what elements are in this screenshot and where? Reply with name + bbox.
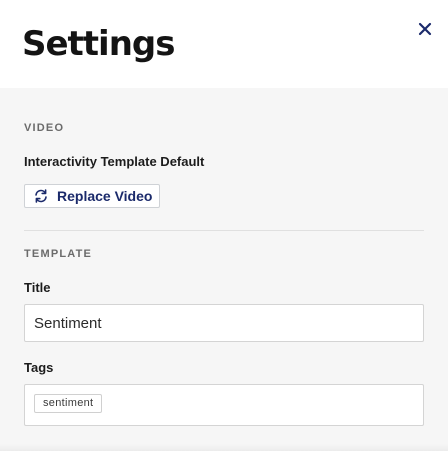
page-title: Settings: [22, 24, 175, 64]
template-section-heading: TEMPLATE: [24, 248, 93, 260]
video-section-heading: VIDEO: [24, 122, 65, 134]
title-field-label: Title: [24, 280, 51, 295]
settings-body: VIDEO Interactivity Template Default Rep…: [0, 88, 448, 451]
interactivity-template-label: Interactivity Template Default: [24, 154, 205, 169]
title-input[interactable]: [24, 304, 424, 342]
section-divider: [24, 230, 424, 231]
close-button[interactable]: [414, 18, 436, 40]
replace-video-button[interactable]: Replace Video: [24, 184, 160, 208]
replace-video-label: Replace Video: [57, 188, 153, 204]
refresh-icon: [33, 188, 49, 204]
close-icon: [414, 18, 436, 40]
tags-field-label: Tags: [24, 360, 54, 375]
tag-chip[interactable]: sentiment: [34, 394, 103, 413]
tags-input[interactable]: sentiment: [24, 384, 424, 426]
scroll-fade: [0, 444, 448, 451]
settings-header: Settings: [0, 0, 448, 88]
